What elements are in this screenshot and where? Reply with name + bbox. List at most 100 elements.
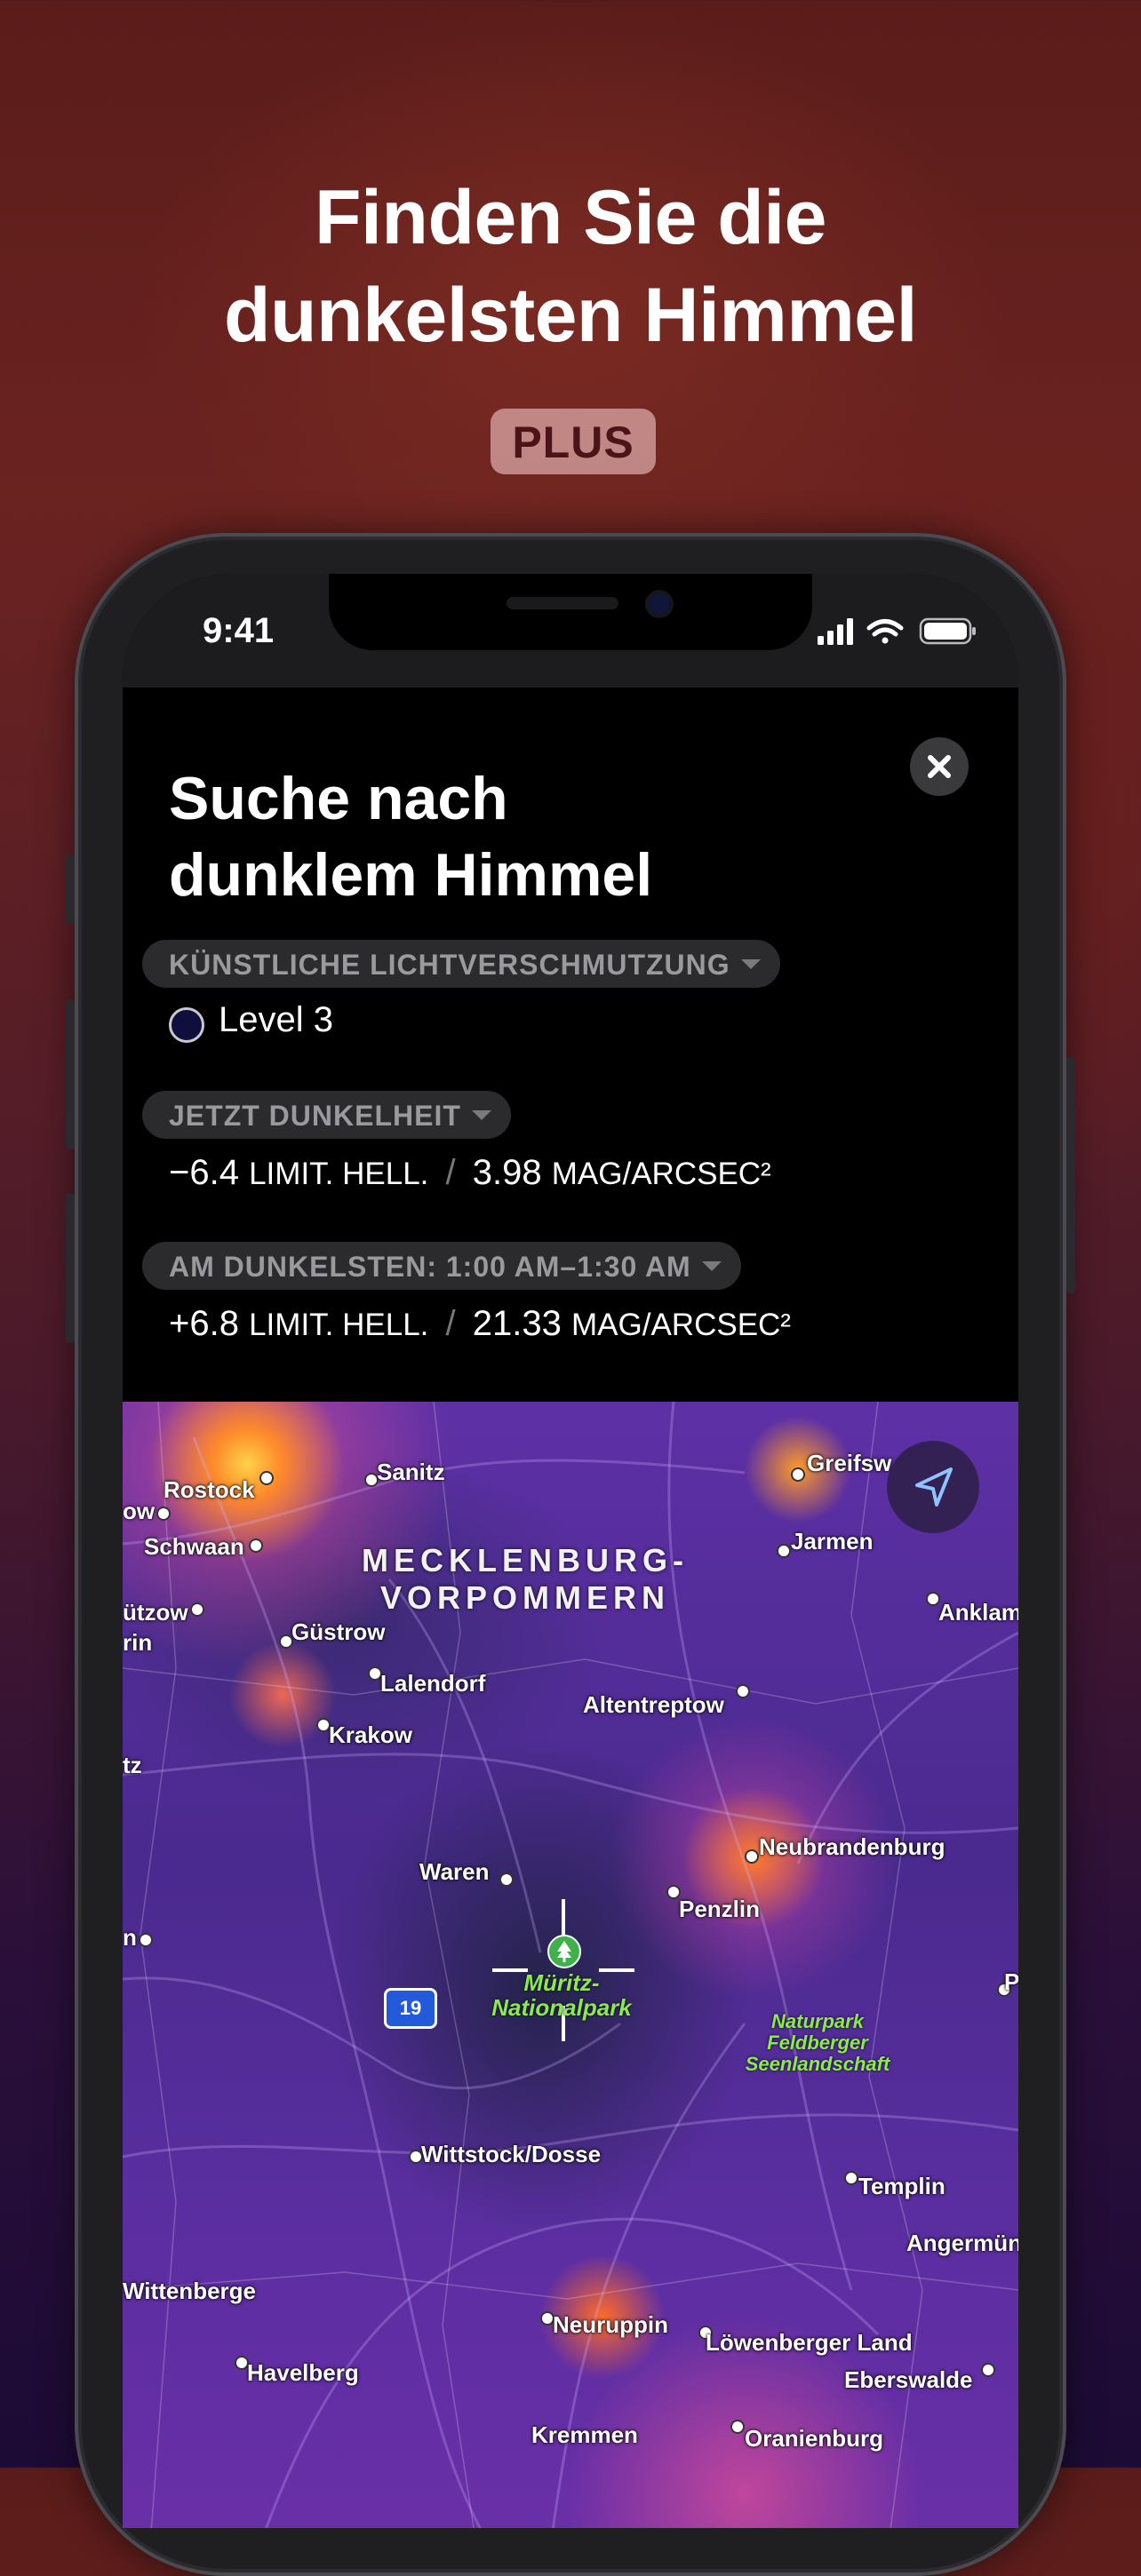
city-dot <box>730 2420 745 2434</box>
level-color-dot <box>169 1007 204 1043</box>
city-angermunde[interactable]: Angermün <box>906 2230 1018 2257</box>
city-sanitz[interactable]: Sanitz <box>377 1459 445 1486</box>
phone-volume-up <box>66 1000 75 1149</box>
sheet-title: Suche nach dunklem Himmel <box>169 760 652 913</box>
city-altentreptow[interactable]: Altentreptow <box>583 1691 724 1719</box>
sheet-title-line1: Suche nach <box>169 765 508 832</box>
city-gustrow[interactable]: Güstrow <box>291 1618 385 1646</box>
city-waren[interactable]: Waren <box>419 1858 490 1886</box>
city-havelberg[interactable]: Havelberg <box>247 2359 359 2387</box>
city-n-edge[interactable]: n <box>123 1924 137 1952</box>
nature-park-line3: Seenlandschaft <box>745 2053 890 2075</box>
speaker-grille <box>507 597 618 609</box>
region-label: MECKLENBURG- VORPOMMERN <box>361 1542 690 1617</box>
chevron-down-icon <box>740 959 761 969</box>
darkest-values: +6.8 LIMIT. HELL. / 21.33 MAG/ARCSEC² <box>169 1304 791 1344</box>
city-tz[interactable]: tz <box>123 1752 142 1779</box>
city-dot <box>745 1849 759 1864</box>
close-button[interactable] <box>910 737 969 796</box>
city-butzow[interactable]: ützow <box>123 1599 188 1626</box>
status-bar: 9:41 <box>123 574 1018 688</box>
now-sqm-value: 3.98 <box>472 1153 542 1192</box>
chevron-down-icon <box>471 1110 491 1120</box>
park-label-feldberger[interactable]: Naturpark Feldberger Seenlandschaft <box>729 2011 906 2075</box>
plus-badge: PLUS <box>491 409 656 474</box>
cellular-signal-icon <box>818 618 853 645</box>
city-jarmen[interactable]: Jarmen <box>791 1528 874 1555</box>
city-eberswalde[interactable]: Eberswalde <box>844 2366 973 2394</box>
now-darkness-chip-label: JETZT DUNKELHEIT <box>169 1100 461 1132</box>
city-dot <box>499 1872 514 1887</box>
park-label-line1: Müritz- <box>523 1969 600 1996</box>
city-neuruppin[interactable]: Neuruppin <box>553 2311 668 2339</box>
city-dot <box>190 1602 204 1617</box>
now-darkness-values: −6.4 LIMIT. HELL. / 3.98 MAG/ARCSEC² <box>169 1153 771 1193</box>
park-label-muritz[interactable]: Müritz- Nationalpark <box>482 1970 642 2020</box>
region-label-line1: MECKLENBURG- <box>362 1542 689 1578</box>
city-schwaan[interactable]: Schwaan <box>144 1533 244 1561</box>
city-krakow[interactable]: Krakow <box>329 1721 412 1749</box>
city-dot <box>777 1544 791 1558</box>
city-neubrandenburg[interactable]: Neubrandenburg <box>759 1833 945 1861</box>
nature-park-line2: Feldberger <box>767 2031 868 2054</box>
city-penzlin[interactable]: Penzlin <box>679 1896 760 1923</box>
wifi-icon <box>866 619 904 644</box>
level-label: Level 3 <box>219 1000 333 1039</box>
nature-park-line1: Naturpark <box>771 2010 864 2032</box>
city-rostock[interactable]: Rostock <box>164 1476 255 1504</box>
city-kremmen[interactable]: Kremmen <box>531 2421 638 2449</box>
darkest-sqm-value: 21.33 <box>472 1304 562 1343</box>
city-p-edge[interactable]: P <box>1004 1968 1018 1996</box>
battery-icon <box>919 617 976 645</box>
chevron-down-icon <box>701 1261 722 1271</box>
light-pollution-chip[interactable]: KÜNSTLICHE LICHTVERSCHMUTZUNG <box>142 940 780 988</box>
status-icons <box>818 617 976 645</box>
city-rin[interactable]: rin <box>123 1629 152 1657</box>
city-ow[interactable]: ow <box>123 1498 155 1525</box>
sheet-title-line2: dunklem Himmel <box>169 841 653 909</box>
phone-volume-down <box>66 1194 75 1343</box>
city-dot <box>156 1507 171 1521</box>
location-arrow-icon <box>915 1467 953 1507</box>
darkest-limit-value: +6.8 <box>169 1304 239 1343</box>
route-shield: 19 <box>384 1988 437 2029</box>
now-darkness-chip[interactable]: JETZT DUNKELHEIT <box>142 1091 511 1139</box>
darkest-time-chip-label: AM DUNKELSTEN: 1:00 AM–1:30 AM <box>169 1251 691 1283</box>
status-time: 9:41 <box>203 611 275 650</box>
front-camera <box>649 593 670 615</box>
region-label-line2: VORPOMMERN <box>379 1579 670 1616</box>
now-limit-value: −6.4 <box>169 1153 239 1192</box>
tree-icon <box>547 1935 581 1968</box>
darkest-separator: / <box>445 1304 456 1343</box>
darkest-limit-unit: LIMIT. HELL. <box>249 1308 429 1342</box>
city-anklam[interactable]: Anklam <box>938 1599 1018 1626</box>
city-dot <box>736 1684 750 1698</box>
light-pollution-chip-label: KÜNSTLICHE LICHTVERSCHMUTZUNG <box>169 949 730 981</box>
promo-title-line2: dunkelsten Himmel <box>223 273 918 358</box>
darkest-sqm-unit: MAG/ARCSEC² <box>571 1308 791 1342</box>
city-lalendorf[interactable]: Lalendorf <box>380 1670 485 1697</box>
city-dot <box>139 1933 153 1947</box>
city-dot <box>981 2363 995 2377</box>
promo-title: Finden Sie die dunkelsten Himmel <box>0 169 1141 364</box>
phone-side-button <box>66 855 75 924</box>
locate-button[interactable] <box>887 1441 979 1533</box>
city-dot <box>844 2171 858 2185</box>
notch <box>329 574 812 650</box>
city-dot <box>791 1467 805 1482</box>
city-wittenberge[interactable]: Wittenberge <box>123 2278 256 2305</box>
city-dot <box>259 1471 274 1485</box>
city-templin[interactable]: Templin <box>858 2173 946 2200</box>
city-greifswald[interactable]: Greifsw <box>807 1450 891 1477</box>
darkest-time-chip[interactable]: AM DUNKELSTEN: 1:00 AM–1:30 AM <box>142 1242 741 1290</box>
now-limit-unit: LIMIT. HELL. <box>249 1157 429 1191</box>
city-wittstock[interactable]: Wittstock/Dosse <box>421 2141 601 2168</box>
phone-screen: 9:41 Suche nach dunklem Himmel KÜNSTLICH… <box>123 574 1018 2528</box>
now-sqm-unit: MAG/ARCSEC² <box>551 1157 771 1191</box>
light-pollution-map[interactable]: MECKLENBURG- VORPOMMERN Rostock Sanitz G… <box>123 1402 1018 2528</box>
park-label-line2: Nationalpark <box>491 1994 632 2021</box>
phone-power-button <box>1066 1057 1075 1293</box>
city-dot <box>249 1538 263 1553</box>
city-lowenberger[interactable]: Löwenberger Land <box>706 2329 913 2357</box>
city-oranienburg[interactable]: Oranienburg <box>745 2425 883 2453</box>
